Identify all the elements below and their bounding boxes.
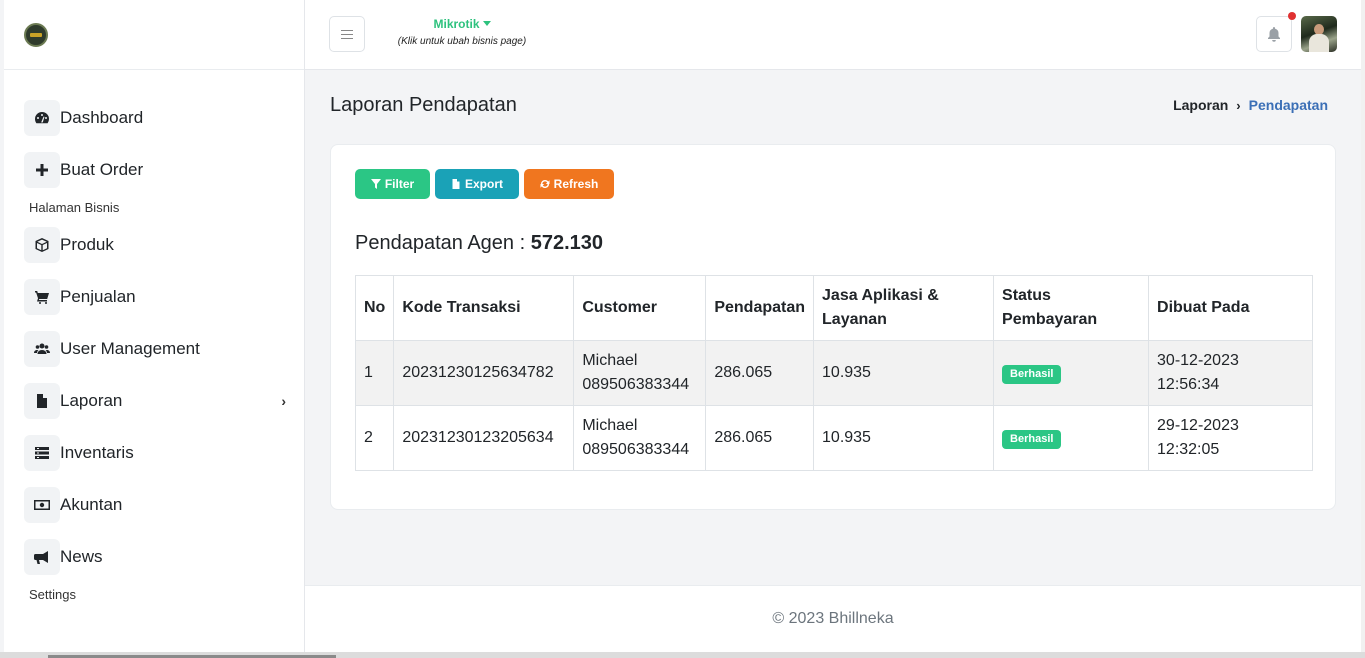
column-header-kode: Kode Transaksi bbox=[393, 275, 575, 341]
sidebar-item-buat-order[interactable]: Buat Order bbox=[4, 144, 304, 196]
cell-no: 2 bbox=[354, 405, 395, 471]
column-header-pendapatan: Pendapatan bbox=[705, 275, 815, 341]
section-label-settings: Settings bbox=[29, 587, 76, 602]
customer-phone: 089506383344 bbox=[582, 441, 690, 458]
notification-dot bbox=[1288, 12, 1296, 20]
sidebar-item-label: Dashboard bbox=[60, 108, 144, 127]
export-button[interactable]: Export bbox=[435, 169, 519, 199]
sidebar-item-label: News bbox=[60, 547, 103, 566]
column-header-dibuat: Dibuat Pada bbox=[1148, 275, 1313, 341]
agent-income-value: 572.130 bbox=[530, 232, 604, 254]
column-header-status: Status Pembayaran bbox=[993, 275, 1150, 341]
horizontal-scrollbar[interactable] bbox=[0, 652, 1365, 658]
users-icon bbox=[24, 331, 60, 367]
customer-name: Michael bbox=[582, 417, 638, 434]
cell-jasa: 10.935 bbox=[813, 405, 995, 471]
table-row: 2 20231230123205634 Michael 089506383344 … bbox=[354, 405, 1313, 471]
breadcrumb: Laporan › Pendapatan bbox=[1173, 97, 1328, 113]
sidebar-item-label: User Management bbox=[60, 339, 200, 358]
filter-icon bbox=[370, 179, 381, 189]
sidebar-item-label: Laporan bbox=[60, 391, 123, 410]
business-hint: (Klik untuk ubah bisnis page) bbox=[397, 36, 527, 47]
sidebar-brand bbox=[4, 0, 304, 70]
sidebar-item-label: Penjualan bbox=[60, 287, 136, 306]
box-icon bbox=[24, 227, 60, 263]
cell-status: Berhasil bbox=[993, 340, 1150, 406]
file-icon bbox=[452, 179, 460, 189]
sidebar-item-penjualan[interactable]: Penjualan bbox=[4, 271, 304, 323]
sidebar-item-label: Akuntan bbox=[60, 495, 123, 514]
page-title: Laporan Pendapatan bbox=[330, 94, 517, 116]
column-header-jasa: Jasa Aplikasi & Layanan bbox=[813, 275, 995, 341]
cell-customer: Michael 089506383344 bbox=[573, 340, 707, 406]
sidebar-menu: Dashboard Buat Order Halaman Bisnis Prod… bbox=[4, 70, 304, 606]
cell-dibuat: 29-12-2023 12:32:05 bbox=[1148, 405, 1313, 471]
sidebar-item-akuntan[interactable]: Akuntan bbox=[4, 479, 304, 531]
sidebar-item-label: Inventaris bbox=[60, 443, 134, 462]
hamburger-icon bbox=[341, 33, 353, 35]
footer: © 2023 Bhillneka bbox=[305, 585, 1361, 652]
created-date: 30-12-2023 bbox=[1157, 352, 1239, 369]
status-badge: Berhasil bbox=[1002, 365, 1062, 384]
sidebar-item-user-management[interactable]: User Management bbox=[4, 323, 304, 375]
table-row: 1 20231230125634782 Michael 089506383344 … bbox=[354, 340, 1313, 406]
cell-status: Berhasil bbox=[993, 405, 1150, 471]
column-header-no: No bbox=[354, 275, 395, 341]
scrollbar[interactable] bbox=[1361, 0, 1365, 652]
created-time: 12:32:05 bbox=[1157, 441, 1220, 458]
customer-phone: 089506383344 bbox=[582, 376, 690, 393]
cell-pendapatan: 286.065 bbox=[705, 340, 815, 406]
chevron-right-icon: › bbox=[281, 393, 286, 409]
brand-logo[interactable] bbox=[24, 22, 48, 47]
sidebar-item-label: Produk bbox=[60, 235, 114, 254]
filter-button[interactable]: Filter bbox=[355, 169, 430, 199]
sidebar-item-dashboard[interactable]: Dashboard bbox=[4, 92, 304, 144]
avatar[interactable] bbox=[1301, 16, 1337, 52]
breadcrumb-chevron-icon: › bbox=[1236, 98, 1241, 113]
cell-customer: Michael 089506383344 bbox=[573, 405, 707, 471]
customer-name: Michael bbox=[582, 352, 638, 369]
cell-dibuat: 30-12-2023 12:56:34 bbox=[1148, 340, 1313, 406]
section-label-business: Halaman Bisnis bbox=[29, 200, 120, 215]
refresh-icon bbox=[540, 180, 550, 188]
cell-kode: 20231230125634782 bbox=[393, 340, 575, 406]
file-icon bbox=[24, 383, 60, 419]
bell-icon bbox=[1268, 27, 1280, 42]
cart-icon bbox=[24, 279, 60, 315]
report-card: Filter Export Refresh Pendapatan Agen : … bbox=[330, 144, 1336, 510]
sidebar-item-produk[interactable]: Produk bbox=[4, 219, 304, 271]
menu-toggle-button[interactable] bbox=[329, 16, 365, 52]
column-header-customer: Customer bbox=[573, 275, 707, 341]
cell-jasa: 10.935 bbox=[813, 340, 995, 406]
sidebar: Dashboard Buat Order Halaman Bisnis Prod… bbox=[4, 0, 305, 652]
cell-no: 1 bbox=[354, 340, 395, 406]
action-buttons: Filter Export Refresh bbox=[355, 169, 614, 199]
agent-income-total: Pendapatan Agen : 572.130 bbox=[355, 232, 604, 254]
sidebar-item-label: Buat Order bbox=[60, 160, 144, 179]
sidebar-item-inventaris[interactable]: Inventaris bbox=[4, 427, 304, 479]
refresh-button[interactable]: Refresh bbox=[524, 169, 614, 199]
status-badge: Berhasil bbox=[1002, 430, 1062, 449]
breadcrumb-item-laporan[interactable]: Laporan bbox=[1173, 97, 1228, 113]
inventory-icon bbox=[24, 435, 60, 471]
topbar: Mikrotik (Klik untuk ubah bisnis page) bbox=[305, 0, 1361, 70]
dashboard-icon bbox=[24, 100, 60, 136]
business-name[interactable]: Mikrotik bbox=[385, 17, 539, 31]
cell-kode: 20231230123205634 bbox=[393, 405, 575, 471]
cell-pendapatan: 286.065 bbox=[705, 405, 815, 471]
plus-icon bbox=[24, 152, 60, 188]
money-icon bbox=[24, 487, 60, 523]
notification-button[interactable] bbox=[1256, 16, 1292, 52]
footer-copyright: © 2023 Bhillneka bbox=[772, 610, 894, 627]
sidebar-item-laporan[interactable]: Laporan › bbox=[4, 375, 304, 427]
business-switcher[interactable]: Mikrotik (Klik untuk ubah bisnis page) bbox=[385, 17, 539, 47]
megaphone-icon bbox=[24, 539, 60, 575]
created-date: 29-12-2023 bbox=[1157, 417, 1239, 434]
income-table: No Kode Transaksi Customer Pendapatan Ja… bbox=[354, 275, 1313, 471]
table-header-row: No Kode Transaksi Customer Pendapatan Ja… bbox=[354, 275, 1313, 341]
breadcrumb-item-pendapatan: Pendapatan bbox=[1248, 97, 1328, 113]
caret-down-icon bbox=[482, 21, 491, 26]
created-time: 12:56:34 bbox=[1157, 376, 1220, 393]
sidebar-item-news[interactable]: News bbox=[4, 531, 304, 583]
